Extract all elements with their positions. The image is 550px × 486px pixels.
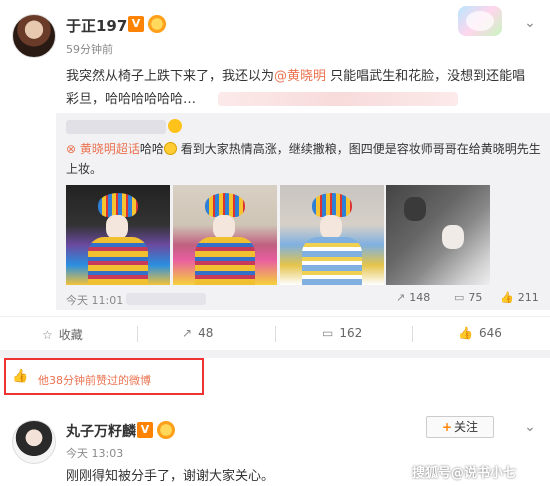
like-button[interactable]: 👍 646	[458, 326, 502, 340]
robe-shape	[88, 237, 148, 285]
feed-gap	[0, 350, 550, 358]
comment-button[interactable]: ▭ 162	[322, 326, 362, 340]
robe-shape	[302, 237, 362, 285]
level-badge-icon	[157, 421, 175, 439]
chevron-down-icon[interactable]: ⌄	[521, 14, 539, 32]
comment-icon: ▭	[454, 291, 465, 304]
decoration-card-icon	[458, 6, 502, 36]
divider	[412, 326, 413, 342]
follow-button[interactable]: + 关注	[426, 416, 494, 438]
repost-time[interactable]: 今天 11:01	[66, 292, 123, 308]
headdress-shape	[205, 193, 245, 217]
post-text-prefix: 我突然从椅子上跌下来了，我还以为	[66, 69, 275, 84]
repost-forward-count[interactable]: ↗ 148	[396, 291, 430, 304]
weibo-post-1: 于正1978 V 59分钟前 ⌄ 我突然从椅子上跌下来了，我还以为@黄晓明 只能…	[0, 0, 550, 345]
post-text: 刚刚得知被分手了，谢谢大家关心。	[66, 469, 275, 484]
image-thumbnail[interactable]	[66, 185, 170, 285]
image-thumbnail[interactable]	[173, 185, 277, 285]
face-shape	[213, 215, 235, 239]
star-icon: ☆	[42, 328, 53, 342]
comment-icon: ▭	[322, 326, 334, 340]
count: 211	[517, 291, 539, 304]
face-shape	[106, 215, 128, 239]
forward-icon: ↗	[396, 291, 406, 304]
level-badge-icon	[148, 15, 166, 33]
verified-badge-icon: V	[137, 422, 153, 438]
follow-label: 关注	[454, 420, 479, 434]
username[interactable]: 于正1978	[66, 15, 138, 36]
blurred-region	[218, 92, 458, 106]
action-bar: ☆ 收藏 ↗ 48 ▭ 162 👍 646	[0, 316, 550, 350]
count: 75	[468, 291, 483, 304]
repost-text: ⊗ 黄晓明超话哈哈 看到大家热情高涨，继续撒粮，图四便是容妆师哥哥在给黄晓明先生…	[66, 139, 542, 179]
count: 148	[409, 291, 431, 304]
thumb-up-icon: 👍	[500, 291, 514, 304]
count: 48	[198, 326, 214, 340]
thumb-up-icon: 👍	[458, 326, 473, 340]
post-text-line2: 彩旦，哈哈哈哈哈哈…	[66, 92, 197, 107]
thumb-up-icon: 👍	[12, 369, 29, 384]
repost-card[interactable]: ⊗ 黄晓明超话哈哈 看到大家热情高涨，继续撒粮，图四便是容妆师哥哥在给黄晓明先生…	[56, 113, 550, 310]
topic-link[interactable]: 黄晓明超话	[80, 142, 140, 156]
avatar[interactable]	[12, 420, 56, 464]
image-thumbnail[interactable]	[280, 185, 384, 285]
divider	[137, 326, 138, 342]
link-icon: ⊗	[66, 142, 77, 156]
forward-icon: ↗	[182, 326, 193, 340]
liked-notice: 👍 他38分钟前赞过的微博	[4, 358, 204, 395]
repost-text-haha: 哈哈	[139, 142, 164, 156]
post-text-suffix: 只能唱武生和花脸，没想到还能唱	[326, 69, 526, 84]
image-thumbnail[interactable]	[386, 185, 490, 285]
blurred-source	[126, 293, 206, 305]
face-shape	[442, 225, 464, 249]
smile-emoji-icon	[163, 142, 177, 155]
avatar[interactable]	[12, 14, 56, 58]
headdress-shape	[312, 193, 352, 217]
favorite-button[interactable]: ☆ 收藏	[42, 326, 83, 343]
face-shape	[404, 197, 426, 221]
post-time[interactable]: 今天 13:03	[66, 445, 123, 461]
repost-like-count[interactable]: 👍 211	[500, 291, 539, 304]
face-shape	[320, 215, 342, 239]
plus-icon: +	[441, 420, 453, 434]
favorite-label: 收藏	[58, 328, 83, 342]
username[interactable]: 丸子万籽麟	[66, 421, 136, 441]
level-badge-icon	[168, 119, 182, 133]
blurred-original-author	[66, 120, 166, 134]
forward-button[interactable]: ↗ 48	[182, 326, 213, 340]
repost-comment-count[interactable]: ▭ 75	[454, 291, 482, 304]
post-time[interactable]: 59分钟前	[66, 41, 113, 57]
divider	[275, 326, 276, 342]
watermark: 搜狐号@说书小七	[412, 466, 517, 481]
post-text: 我突然从椅子上跌下来了，我还以为@黄晓明 只能唱武生和花脸，没想到还能唱	[66, 65, 536, 88]
liked-notice-text: 他38分钟前赞过的微博	[38, 374, 151, 387]
mention-link[interactable]: @黄晓明	[274, 69, 326, 84]
headdress-shape	[98, 193, 138, 217]
verified-badge-icon: V	[128, 16, 144, 32]
count: 162	[339, 326, 363, 340]
robe-shape	[195, 237, 255, 285]
chevron-down-icon[interactable]: ⌄	[521, 418, 539, 436]
count: 646	[478, 326, 502, 340]
